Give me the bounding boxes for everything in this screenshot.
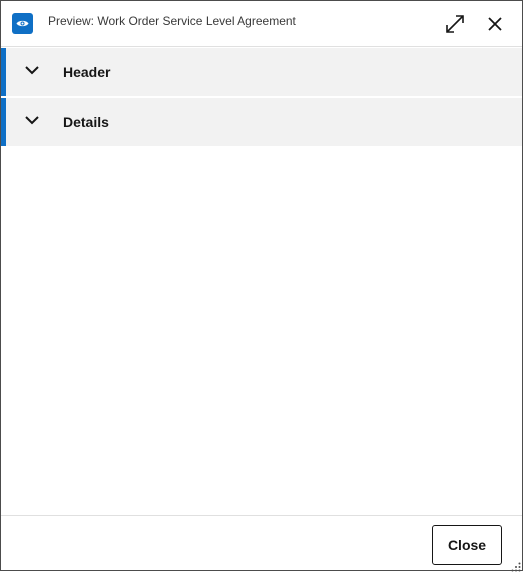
dialog-titlebar: Preview: Work Order Service Level Agreem… [1, 1, 522, 47]
eye-icon [12, 13, 33, 34]
section-details[interactable]: Details [1, 98, 522, 146]
section-label: Header [63, 64, 111, 80]
section-list: Header Details [1, 48, 522, 148]
expand-button[interactable] [443, 12, 467, 36]
expand-icon [446, 15, 464, 33]
dialog-title: Preview: Work Order Service Level Agreem… [48, 14, 296, 28]
chevron-down-icon [24, 112, 40, 128]
section-header[interactable]: Header [1, 48, 522, 96]
chevron-down-icon [24, 62, 40, 78]
close-button[interactable]: Close [432, 525, 502, 565]
close-icon [488, 17, 502, 31]
dialog-footer: Close [1, 515, 522, 570]
preview-dialog: Preview: Work Order Service Level Agreem… [0, 0, 523, 572]
section-label: Details [63, 114, 109, 130]
close-dialog-button[interactable] [483, 12, 507, 36]
resize-grip-icon[interactable] [511, 559, 521, 572]
